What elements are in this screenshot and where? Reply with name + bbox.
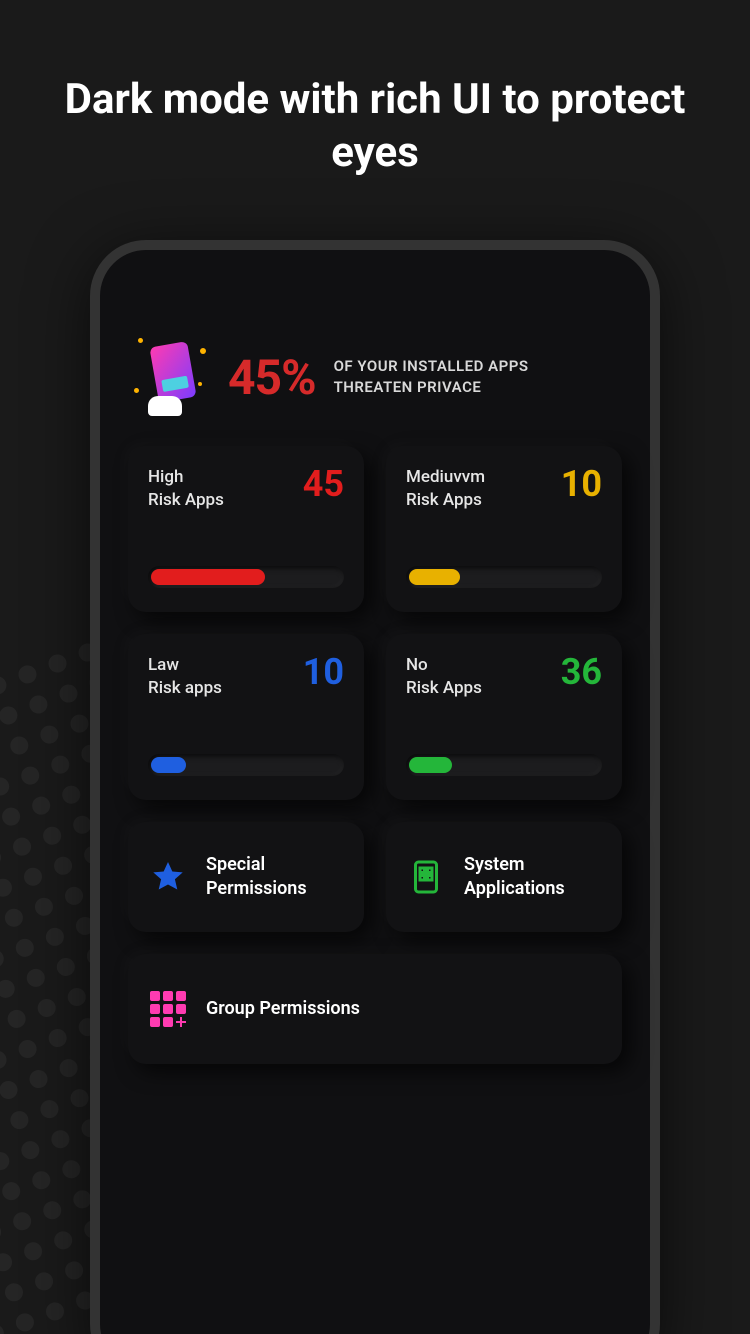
risk-bar-track [148,754,344,776]
star-icon [148,857,188,897]
risk-card-high[interactable]: HighRisk Apps 45 [128,446,364,612]
risk-card-value: 36 [561,654,602,690]
risk-card-value: 10 [303,654,344,690]
phone-mockup: 45% OF YOUR INSTALLED APPS THREATEN PRIV… [90,240,660,1334]
tile-system-applications[interactable]: SystemApplications [386,822,622,932]
risk-bar-fill [409,569,460,585]
risk-card-title: LawRisk apps [148,654,222,700]
tile-title: Group Permissions [206,997,360,1020]
risk-card-title: HighRisk Apps [148,466,224,512]
risk-card-value: 10 [561,466,602,502]
risk-card-low[interactable]: LawRisk apps 10 [128,634,364,800]
marketing-headline: Dark mode with rich UI to protect eyes [0,0,750,179]
phone-in-hand-icon [132,338,210,416]
tile-title: SystemApplications [464,853,565,900]
risk-bar-fill [409,757,452,773]
risk-bar-track [406,754,602,776]
risk-card-none[interactable]: NoRisk Apps 36 [386,634,622,800]
tagline-line1: OF YOUR INSTALLED APPS [334,356,529,377]
risk-bar-track [148,566,344,588]
phone-apps-icon [406,857,446,897]
threat-percent: 45% [228,349,316,406]
risk-card-value: 45 [303,466,344,502]
risk-bar-track [406,566,602,588]
tile-title: SpecialPermissions [206,853,307,900]
risk-card-medium[interactable]: MediuvvmRisk Apps 10 [386,446,622,612]
tagline-line2: THREATEN PRIVACE [334,377,529,398]
threat-tagline: OF YOUR INSTALLED APPS THREATEN PRIVACE [334,356,529,398]
dashboard-grid: HighRisk Apps 45 MediuvvmRisk Apps 10 [122,446,628,1064]
risk-bar-fill [151,569,265,585]
tile-special-permissions[interactable]: SpecialPermissions [128,822,364,932]
tile-group-permissions[interactable]: Group Permissions [128,954,622,1064]
grid-plus-icon [148,989,188,1029]
privacy-summary-header: 45% OF YOUR INSTALLED APPS THREATEN PRIV… [122,278,628,446]
risk-bar-fill [151,757,186,773]
risk-card-title: NoRisk Apps [406,654,482,700]
risk-card-title: MediuvvmRisk Apps [406,466,485,512]
